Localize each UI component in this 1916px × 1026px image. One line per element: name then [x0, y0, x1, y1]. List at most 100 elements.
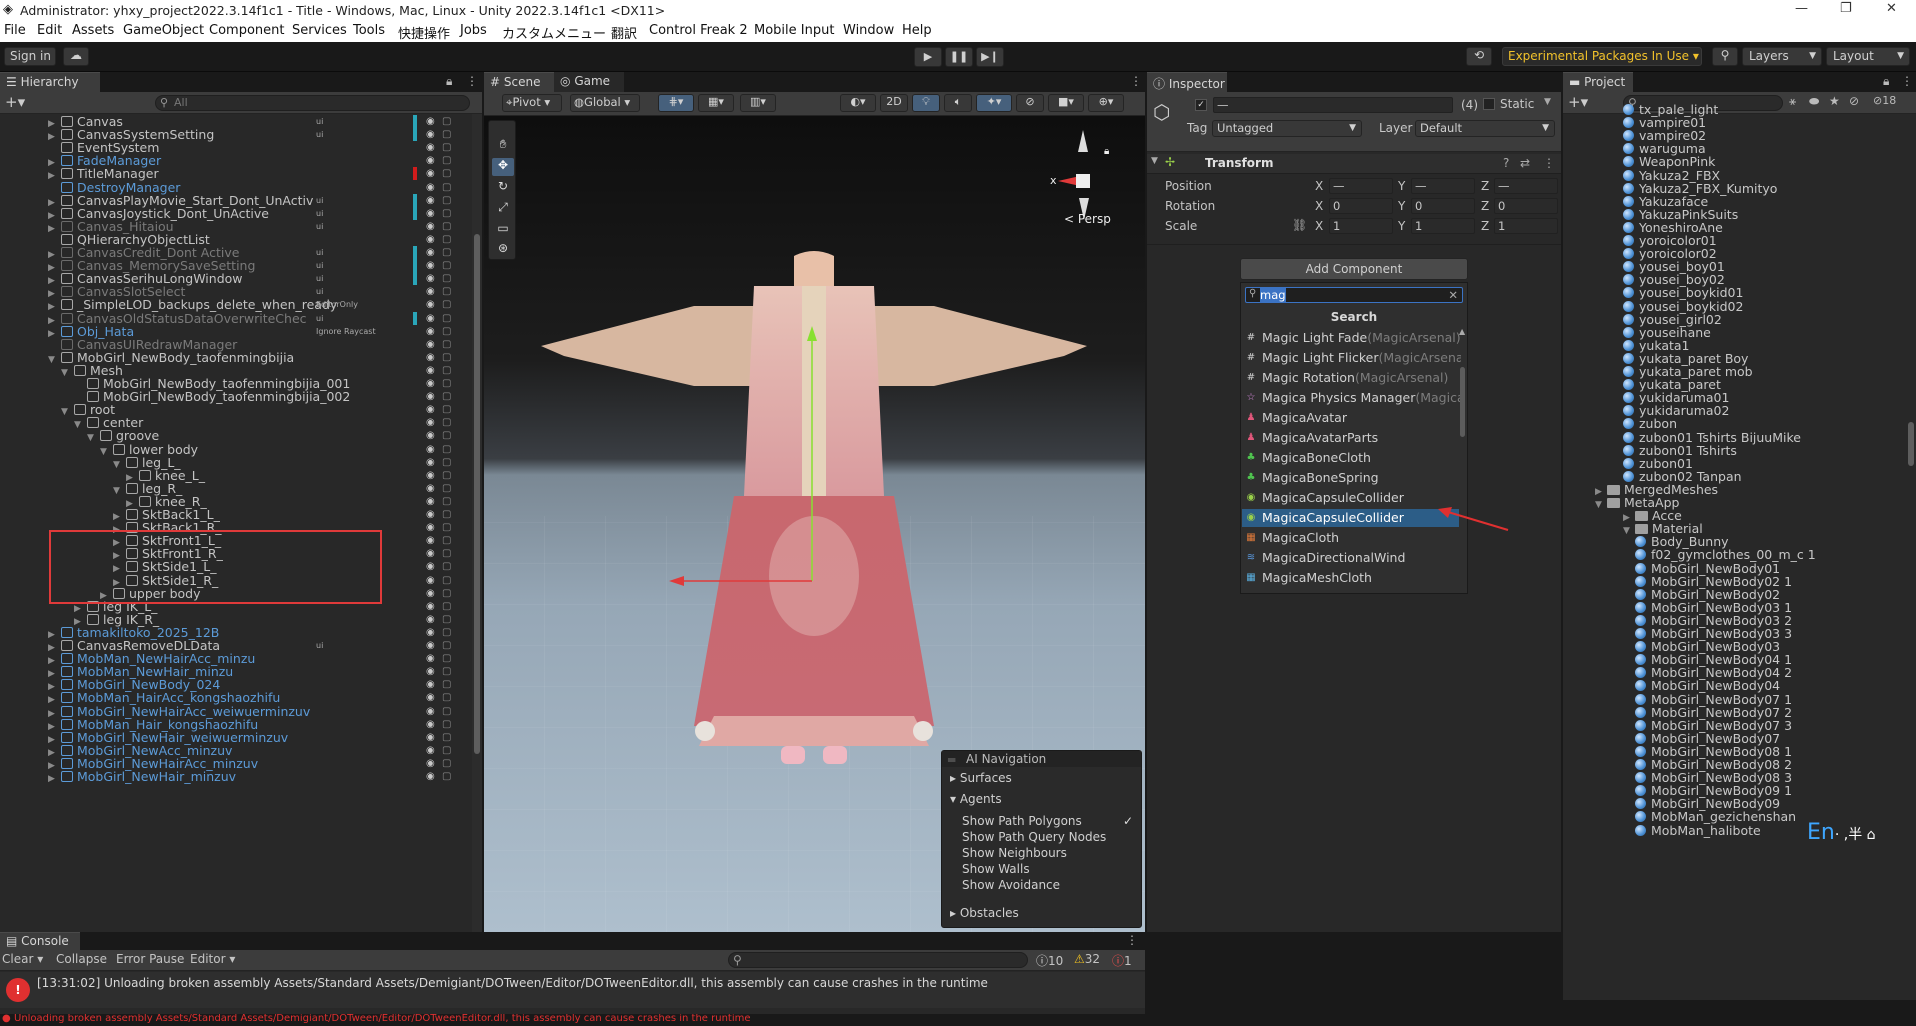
- menu-services[interactable]: Services: [292, 23, 347, 38]
- hierarchy-scrollbar[interactable]: [472, 114, 482, 932]
- more-menu-icon[interactable]: ⋮: [1126, 933, 1138, 947]
- scale-y-input[interactable]: 1: [1411, 218, 1475, 234]
- position-x-input[interactable]: —: [1329, 178, 1393, 194]
- more-menu-icon[interactable]: ⋮: [1130, 74, 1142, 88]
- move-tool-icon[interactable]: ✥: [492, 158, 514, 176]
- active-checkbox[interactable]: ✓: [1195, 99, 1207, 111]
- lock-icon[interactable]: 🔒︎: [1104, 146, 1109, 157]
- minimize-button[interactable]: —: [1795, 1, 1808, 16]
- tab-hierarchy[interactable]: ☰ Hierarchy: [0, 72, 100, 93]
- increment-snap-button[interactable]: ▥▾: [740, 94, 776, 112]
- component-search-input[interactable]: ⚲ mag ✕: [1245, 287, 1463, 303]
- component-option[interactable]: ▦ MagicaMeshCloth: [1242, 569, 1459, 587]
- info-count-toggle[interactable]: ⓘ10: [1036, 952, 1063, 969]
- menu-mobile-input[interactable]: Mobile Input: [754, 23, 834, 38]
- perspective-label[interactable]: < Persp: [1064, 212, 1111, 226]
- lock-icon[interactable]: 🔒︎: [446, 74, 452, 89]
- lighting-toggle[interactable]: 💡︎: [912, 94, 940, 112]
- console-log-entry[interactable]: ! [13:31:02] Unloading broken assembly A…: [0, 972, 1145, 1008]
- play-button[interactable]: ▶: [914, 47, 942, 67]
- 2d-toggle[interactable]: 2D: [880, 94, 908, 112]
- collapse-button[interactable]: Collapse: [56, 952, 107, 966]
- scale-tool-icon[interactable]: ⤢: [492, 200, 514, 218]
- ai-navigation-option[interactable]: Show Avoidance: [962, 878, 1137, 892]
- hierarchy-row[interactable]: ▶ MobGirl_NewHair_minzuv ◉ ▢: [0, 769, 480, 785]
- rotate-tool-icon[interactable]: ↻: [492, 179, 514, 197]
- search-by-type-icon[interactable]: ⚹: [1789, 94, 1796, 109]
- close-button[interactable]: ✕: [1886, 1, 1897, 16]
- layout-dropdown[interactable]: Layout ▼: [1826, 47, 1910, 66]
- tab-inspector[interactable]: ⓘ Inspector: [1147, 72, 1227, 93]
- search-by-label-icon[interactable]: ⬬: [1809, 94, 1819, 109]
- menu-window[interactable]: Window: [843, 23, 894, 38]
- scale-z-input[interactable]: 1: [1494, 218, 1558, 234]
- component-option[interactable]: # Magic Rotation(MagicArsenal): [1242, 369, 1459, 387]
- component-option[interactable]: ♣ MagicaBoneSpring: [1242, 469, 1459, 487]
- tab-scene[interactable]: # Scene: [484, 72, 554, 93]
- component-option[interactable]: ♟ MagicaAvatarParts: [1242, 429, 1459, 447]
- preset-icon[interactable]: ⇄: [1520, 156, 1530, 170]
- component-list-scrollbar-thumb[interactable]: [1460, 367, 1465, 437]
- menu-help[interactable]: Help: [902, 23, 932, 38]
- help-icon[interactable]: ?: [1503, 156, 1509, 170]
- component-option[interactable]: # Magic Light Fade(MagicArsenal): [1242, 329, 1461, 347]
- static-checkbox[interactable]: [1483, 98, 1495, 110]
- position-z-input[interactable]: —: [1494, 178, 1558, 194]
- transform-header[interactable]: ▼ ✢ Transform ? ⇄ ⋮: [1147, 154, 1561, 174]
- rotation-y-input[interactable]: 0: [1411, 198, 1475, 214]
- camera-settings-button[interactable]: ■▾: [1048, 94, 1084, 112]
- project-asset[interactable]: MobMan_halibote: [1635, 823, 1761, 839]
- ai-navigation-option[interactable]: Show Neighbours: [962, 846, 1137, 860]
- clear-button[interactable]: Clear ▾: [2, 952, 43, 966]
- component-option[interactable]: ◉ MagicaCapsuleCollider: [1242, 489, 1459, 507]
- console-search-input[interactable]: ⚲: [728, 952, 1028, 968]
- status-message[interactable]: Unloading broken assembly Assets/Standar…: [14, 1014, 751, 1024]
- menu-control-freak[interactable]: Control Freak 2: [649, 23, 748, 38]
- expand-arrow-icon[interactable]: ▶: [48, 771, 58, 787]
- visibility-eye-icon[interactable]: ◉: [426, 769, 435, 785]
- layer-dropdown[interactable]: Default ▼: [1415, 120, 1555, 137]
- link-icon[interactable]: ⛓︎: [1292, 218, 1307, 232]
- hierarchy-scrollbar-thumb[interactable]: [474, 234, 480, 754]
- component-option[interactable]: ♣ MagicaBoneCloth: [1242, 449, 1459, 467]
- chevron-down-icon[interactable]: ▼: [1544, 97, 1551, 107]
- cloud-button[interactable]: ☁: [63, 47, 89, 66]
- pivot-dropdown[interactable]: ⌖Pivot ▾: [502, 94, 562, 112]
- history-button[interactable]: ⟲: [1466, 47, 1492, 66]
- menu-translate[interactable]: 翻訳: [611, 23, 637, 42]
- obstacles-foldout[interactable]: ▸ Obstacles: [950, 906, 1019, 920]
- menu-custom[interactable]: カスタムメニュー: [502, 23, 606, 42]
- tab-console[interactable]: ▤ Console: [0, 932, 80, 950]
- hidden-count-badge[interactable]: ⊘18: [1873, 94, 1896, 107]
- project-scrollbar[interactable]: [1906, 114, 1916, 1000]
- menu-jobs[interactable]: Jobs: [460, 23, 487, 38]
- transform-tool-icon[interactable]: ⊛: [492, 241, 514, 259]
- hidden-objects-toggle[interactable]: ⊘: [1016, 94, 1044, 112]
- menu-gameobject[interactable]: GameObject: [123, 23, 204, 38]
- checkmark-icon[interactable]: ✓: [1123, 814, 1133, 828]
- tab-project[interactable]: ▬ Project: [1563, 72, 1633, 93]
- more-menu-icon[interactable]: ⋮: [466, 74, 478, 88]
- add-component-button[interactable]: Add Component: [1240, 258, 1468, 280]
- lock-icon[interactable]: ▢: [442, 769, 451, 785]
- rect-tool-icon[interactable]: ▭: [492, 221, 514, 239]
- component-option[interactable]: ◉ MagicaCapsuleCollider: [1242, 509, 1459, 527]
- grid-snap-button[interactable]: ⋕▾: [658, 94, 694, 112]
- more-menu-icon[interactable]: ⋮: [1543, 156, 1555, 170]
- editor-dropdown[interactable]: Editor ▾: [190, 952, 235, 966]
- rotation-z-input[interactable]: 0: [1494, 198, 1558, 214]
- clear-search-icon[interactable]: ✕: [1448, 288, 1458, 302]
- experimental-packages-dropdown[interactable]: Experimental Packages In Use ▾: [1502, 47, 1702, 66]
- audio-toggle[interactable]: 🔈︎: [944, 94, 972, 112]
- component-option[interactable]: ▦ MagicaCloth: [1242, 529, 1459, 547]
- project-scrollbar-thumb[interactable]: [1908, 422, 1914, 466]
- tab-game[interactable]: ◎ Game: [554, 72, 624, 93]
- step-button[interactable]: ▶❙: [976, 47, 1004, 67]
- gameobject-name-input[interactable]: —: [1213, 97, 1453, 113]
- expand-arrow-icon[interactable]: ▼: [1623, 523, 1635, 539]
- save-search-icon[interactable]: ★: [1829, 94, 1840, 108]
- lock-icon[interactable]: 🔒︎: [1883, 74, 1889, 89]
- error-count-toggle[interactable]: ⓘ1: [1112, 952, 1132, 969]
- scene-viewport[interactable]: ✋︎ ✥ ↻ ⤢ ▭ ⊛ x 🔒︎ < Persp ═ AI Navigatio…: [484, 116, 1145, 932]
- effects-toggle[interactable]: ✦▾: [976, 94, 1012, 112]
